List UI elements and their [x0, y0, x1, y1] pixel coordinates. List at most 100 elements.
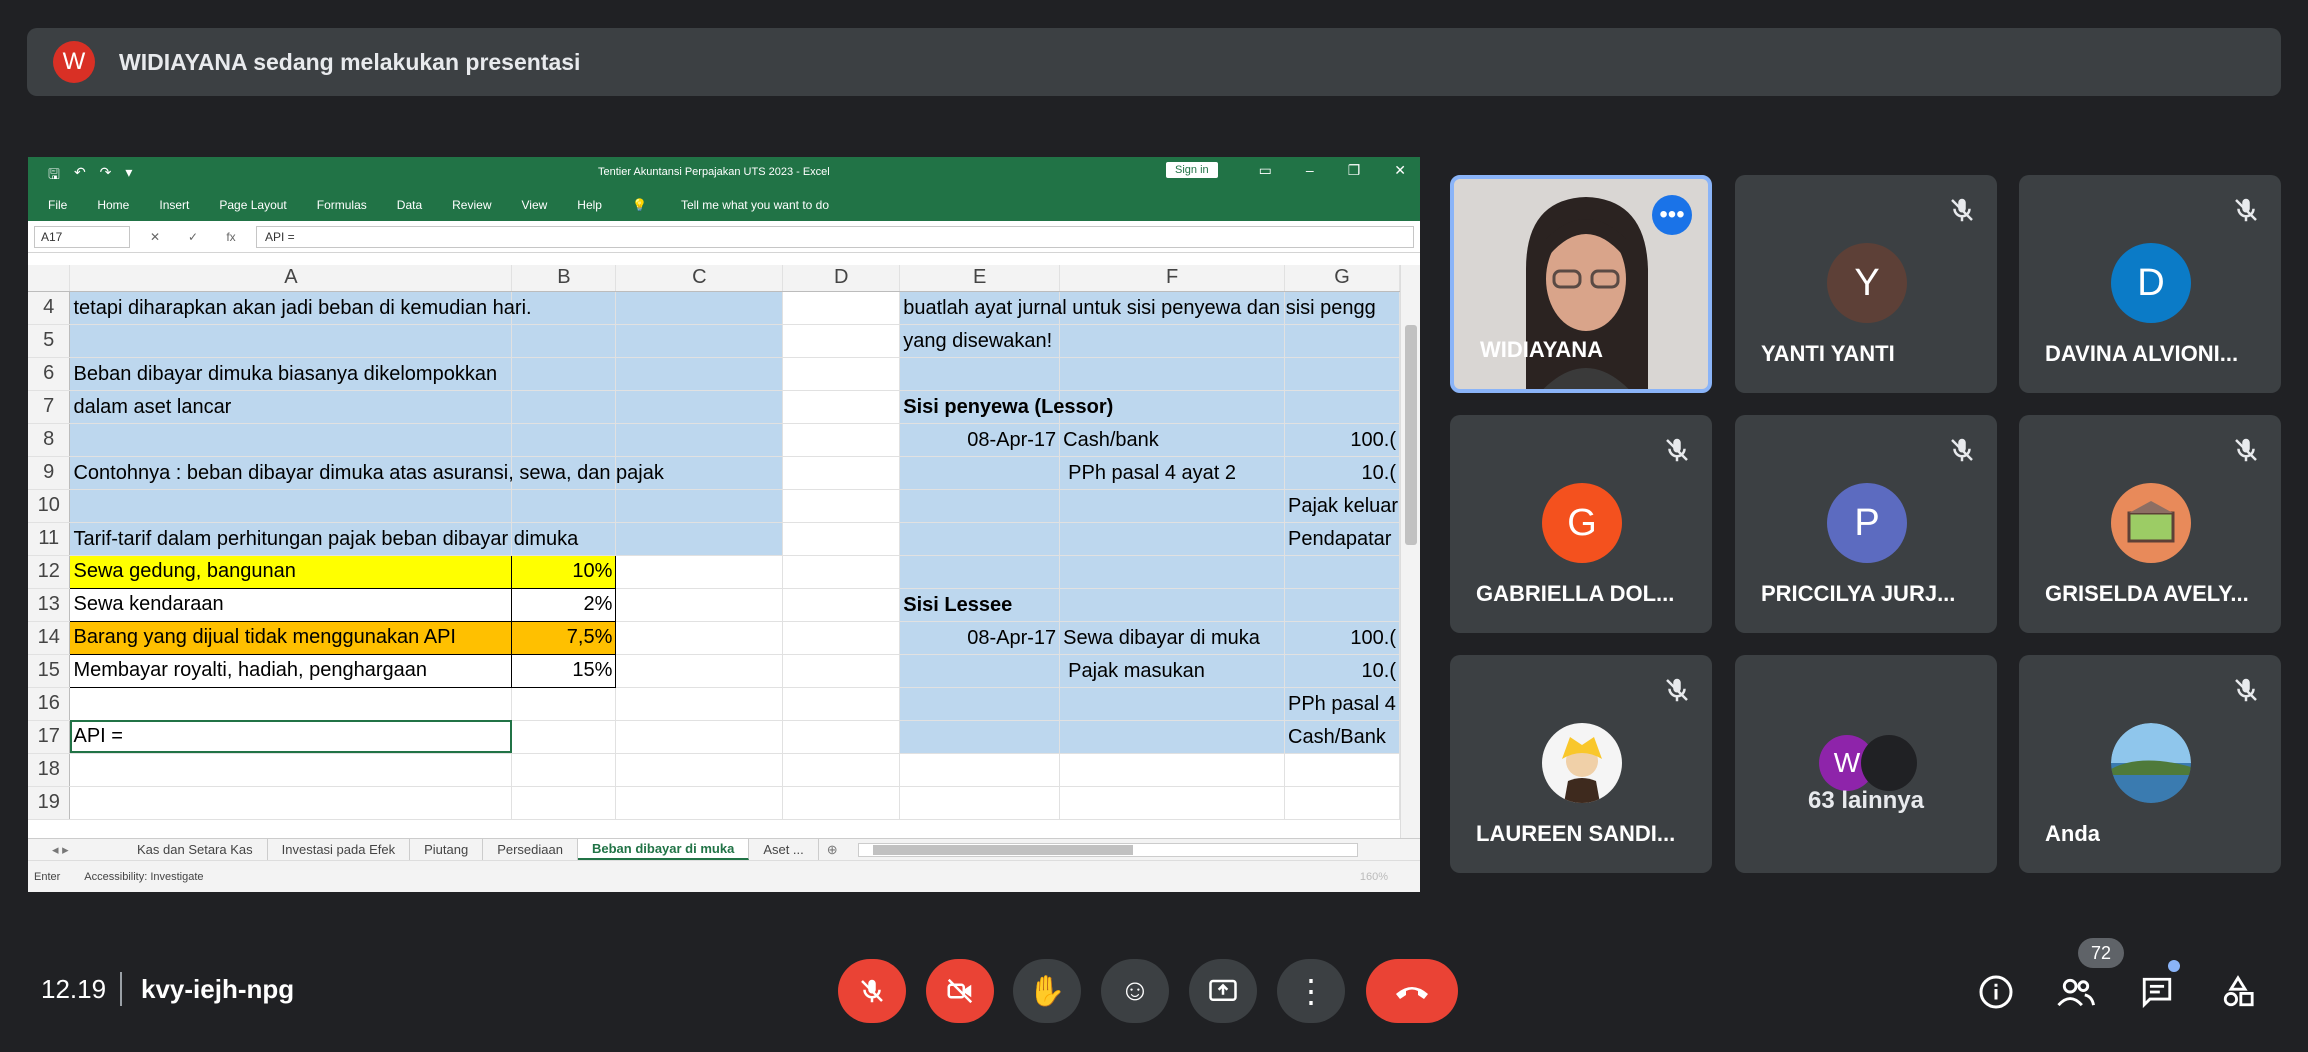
cell[interactable] — [615, 423, 784, 457]
cell[interactable] — [1059, 324, 1285, 358]
cell[interactable] — [511, 357, 617, 391]
cell[interactable]: 7,5% — [511, 620, 617, 655]
cell[interactable] — [1284, 588, 1400, 622]
column-header[interactable]: B — [511, 265, 617, 292]
cell[interactable]: 08-Apr-17 — [899, 621, 1061, 655]
chat-button[interactable] — [2137, 972, 2177, 1012]
cell[interactable]: Sewa kendaraan — [69, 587, 513, 622]
cell[interactable] — [1284, 555, 1400, 589]
sheet-tab[interactable]: Piutang — [410, 839, 484, 860]
cell[interactable] — [69, 753, 513, 787]
column-header[interactable]: C — [615, 265, 784, 292]
cell[interactable] — [615, 753, 784, 787]
cell[interactable]: Tarif-tarif dalam perhitungan pajak beba… — [69, 522, 578, 556]
cell[interactable]: 2% — [511, 587, 617, 622]
row-header[interactable]: 11 — [28, 522, 71, 556]
ribbon-tab-help[interactable]: Help — [577, 198, 602, 212]
cell[interactable] — [782, 390, 901, 424]
participant-tile[interactable]: Y YANTI YANTI — [1735, 175, 1997, 393]
cell[interactable] — [899, 720, 1061, 754]
row-header[interactable]: 19 — [28, 786, 71, 820]
cell[interactable] — [615, 786, 784, 820]
cell[interactable]: Cash/bank — [1059, 423, 1285, 457]
cell[interactable] — [69, 687, 513, 721]
add-sheet-icon[interactable]: ⊕ — [827, 842, 838, 858]
cell[interactable] — [899, 357, 1061, 391]
ribbon-tab-view[interactable]: View — [522, 198, 548, 212]
raise-hand-button[interactable]: ✋ — [1013, 959, 1081, 1023]
cell[interactable] — [1059, 555, 1285, 589]
enter-icon[interactable]: ✓ — [180, 230, 206, 244]
column-header[interactable]: E — [899, 265, 1061, 292]
cell[interactable]: tetapi diharapkan akan jadi beban di kem… — [69, 291, 532, 325]
cell[interactable] — [782, 522, 901, 556]
cell[interactable] — [782, 456, 901, 490]
customize-icon[interactable]: ▾ — [125, 164, 132, 188]
people-button[interactable] — [2056, 972, 2096, 1012]
camera-toggle-button[interactable] — [926, 959, 994, 1023]
cell[interactable]: dalam aset lancar — [69, 390, 513, 424]
cell[interactable]: yang disewakan! — [899, 324, 1061, 358]
row-header[interactable]: 13 — [28, 588, 71, 622]
cell[interactable] — [1284, 786, 1400, 820]
others-tile[interactable]: W 63 lainnya — [1735, 655, 1997, 873]
cell[interactable]: Sewa dibayar di muka — [1059, 621, 1285, 655]
cell[interactable]: 10.( — [1284, 654, 1400, 688]
cell[interactable] — [511, 489, 617, 523]
select-all-corner[interactable] — [28, 265, 71, 292]
participant-tile-presenter[interactable]: ••• WIDIAYANA — [1450, 175, 1712, 393]
sign-in-button[interactable]: Sign in — [1166, 162, 1218, 178]
function-icon[interactable]: fx — [218, 230, 244, 244]
scroll-thumb[interactable] — [1405, 325, 1417, 545]
row-header[interactable]: 12 — [28, 555, 71, 589]
cell[interactable] — [1284, 753, 1400, 787]
cell[interactable]: buatlah ayat jurnal untuk sisi penyewa d… — [899, 291, 1376, 325]
row-header[interactable]: 4 — [28, 291, 71, 325]
cell[interactable] — [1059, 588, 1285, 622]
cell[interactable] — [1059, 522, 1285, 556]
ribbon-tab-insert[interactable]: Insert — [159, 198, 189, 212]
sheet-tab[interactable]: Aset ... — [749, 839, 819, 860]
column-header[interactable]: G — [1284, 265, 1400, 292]
close-icon[interactable]: ✕ — [1394, 162, 1406, 179]
name-box[interactable]: A17 — [34, 225, 130, 248]
cell[interactable] — [782, 654, 901, 688]
cell[interactable]: Sisi penyewa (Lessor) — [899, 390, 1113, 424]
column-header[interactable]: F — [1059, 265, 1285, 292]
sheet-tab-active[interactable]: Beban dibayar di muka — [577, 839, 750, 860]
zoom-level[interactable]: 160% — [1360, 871, 1388, 883]
more-options-button[interactable]: ⋮ — [1277, 959, 1345, 1023]
cell[interactable]: Cash/Bank — [1284, 720, 1400, 754]
row-header[interactable]: 8 — [28, 423, 71, 457]
cell[interactable]: Membayar royalti, hadiah, penghargaan — [69, 653, 513, 688]
cell[interactable] — [615, 588, 784, 622]
cell[interactable] — [899, 654, 1061, 688]
participant-tile[interactable]: LAUREEN SANDI... — [1450, 655, 1712, 873]
row-header[interactable]: 14 — [28, 621, 71, 655]
column-header[interactable]: D — [782, 265, 901, 292]
scroll-thumb[interactable] — [872, 844, 1133, 855]
sheet-tab[interactable]: Persediaan — [483, 839, 578, 860]
activities-button[interactable] — [2218, 972, 2258, 1012]
more-options-icon[interactable]: ••• — [1652, 195, 1692, 235]
horizontal-scrollbar[interactable] — [857, 842, 1358, 857]
cell[interactable] — [511, 324, 617, 358]
cell[interactable] — [899, 489, 1061, 523]
participant-tile[interactable]: P PRICCILYA JURJ... — [1735, 415, 1997, 633]
sheet-tab[interactable]: Kas dan Setara Kas — [123, 839, 268, 860]
cell[interactable] — [615, 291, 784, 325]
column-header[interactable]: A — [69, 265, 513, 292]
cell[interactable] — [899, 753, 1061, 787]
cell[interactable] — [511, 753, 617, 787]
cell[interactable] — [615, 555, 784, 589]
cell[interactable] — [511, 720, 617, 754]
participant-tile[interactable]: G GABRIELLA DOL... — [1450, 415, 1712, 633]
cell[interactable] — [511, 390, 617, 424]
cell[interactable]: 10.( — [1284, 456, 1400, 490]
leave-call-button[interactable] — [1366, 959, 1458, 1023]
ribbon-display-icon[interactable]: ▭ — [1259, 162, 1272, 179]
cell[interactable]: Barang yang dijual tidak menggunakan API — [69, 620, 513, 655]
cell[interactable]: Sewa gedung, bangunan — [69, 554, 513, 589]
tell-me-search[interactable]: Tell me what you want to do — [681, 198, 829, 212]
ribbon-tab-file[interactable]: File — [48, 198, 67, 212]
